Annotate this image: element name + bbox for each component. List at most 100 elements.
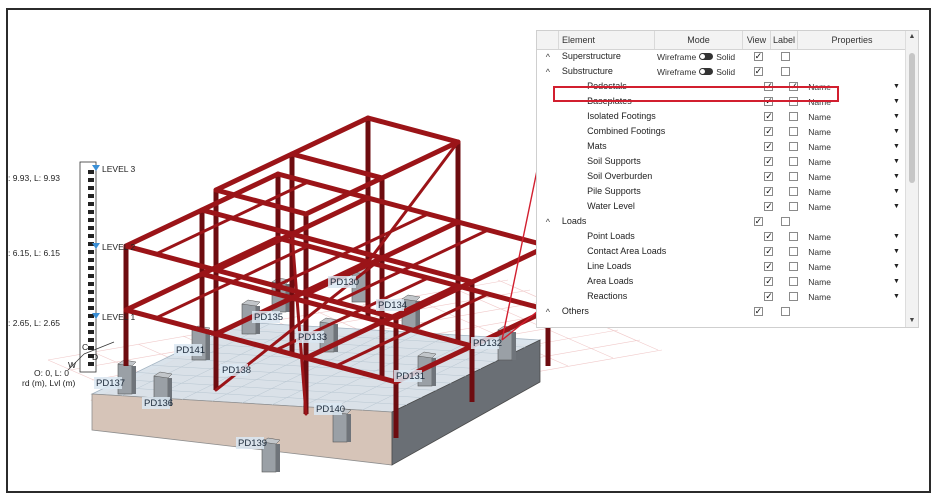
label-checkbox[interactable]	[789, 172, 799, 181]
header-mode[interactable]: Mode	[655, 31, 743, 49]
element-row[interactable]: Contact Area Loads ✓ Name ▼	[537, 244, 906, 259]
mode-toggle[interactable]: Wireframe Solid	[657, 64, 744, 79]
dropdown-caret-icon[interactable]: ▼	[893, 248, 900, 255]
dropdown-caret-icon[interactable]: ▼	[893, 188, 900, 195]
label-checkbox[interactable]	[789, 277, 799, 286]
mode-switch[interactable]	[699, 68, 714, 75]
element-row[interactable]: Water Level ✓ Name ▼	[537, 199, 906, 214]
view-checkbox[interactable]: ✓	[764, 187, 774, 196]
label-checkbox[interactable]	[780, 307, 790, 316]
view-checkbox[interactable]: ✓	[764, 202, 774, 211]
label-checkbox[interactable]	[780, 217, 790, 226]
label-checkbox[interactable]	[780, 67, 790, 76]
properties-dropdown[interactable]: Name ▼	[806, 199, 906, 214]
properties-dropdown[interactable]: Name ▼	[806, 124, 906, 139]
element-row[interactable]: ^ Others ✓	[537, 304, 906, 319]
label-checkbox[interactable]	[789, 262, 799, 271]
properties-dropdown[interactable]: Name ▼	[806, 154, 906, 169]
view-checkbox[interactable]: ✓	[753, 217, 763, 226]
element-row[interactable]: Mats ✓ Name ▼	[537, 139, 906, 154]
dropdown-caret-icon[interactable]: ▼	[893, 173, 900, 180]
view-checkbox[interactable]: ✓	[764, 172, 774, 181]
header-view[interactable]: View	[743, 31, 771, 49]
pedestal-label: PD130	[328, 276, 359, 288]
view-checkbox[interactable]: ✓	[753, 67, 763, 76]
element-row[interactable]: Area Loads ✓ Name ▼	[537, 274, 906, 289]
header-label[interactable]: Label	[771, 31, 798, 49]
view-checkbox[interactable]: ✓	[764, 292, 774, 301]
scroll-down-arrow-icon[interactable]: ▼	[906, 315, 918, 327]
dropdown-caret-icon[interactable]: ▼	[893, 203, 900, 210]
view-checkbox[interactable]: ✓	[764, 127, 774, 136]
view-checkbox[interactable]: ✓	[764, 232, 774, 241]
element-row[interactable]: Isolated Footings ✓ Name ▼	[537, 109, 906, 124]
label-checkbox[interactable]	[789, 127, 799, 136]
view-checkbox[interactable]: ✓	[764, 142, 774, 151]
label-checkbox[interactable]	[789, 202, 799, 211]
element-row[interactable]: ^ Substructure Wireframe Solid ✓	[537, 64, 906, 79]
dropdown-caret-icon[interactable]: ▼	[893, 278, 900, 285]
steel-beam[interactable]	[365, 115, 461, 145]
dropdown-caret-icon[interactable]: ▼	[893, 293, 900, 300]
dropdown-caret-icon[interactable]: ▼	[893, 143, 900, 150]
panel-scrollbar[interactable]: ▲ ▼	[905, 31, 918, 327]
property-value: Name	[808, 141, 831, 152]
view-checkbox[interactable]: ✓	[764, 277, 774, 286]
mode-switch[interactable]	[699, 53, 714, 60]
scroll-up-arrow-icon[interactable]: ▲	[906, 31, 918, 43]
properties-dropdown[interactable]: Name ▼	[806, 274, 906, 289]
dropdown-caret-icon[interactable]: ▼	[893, 113, 900, 120]
label-checkbox[interactable]	[789, 247, 799, 256]
properties-dropdown[interactable]: Name ▼	[806, 184, 906, 199]
label-checkbox[interactable]	[789, 187, 799, 196]
mode-toggle[interactable]: Wireframe Solid	[657, 49, 744, 64]
element-name: Water Level	[587, 201, 635, 211]
label-checkbox[interactable]	[789, 232, 799, 241]
collapse-chevron-icon[interactable]: ^	[537, 214, 559, 229]
element-row[interactable]: Soil Supports ✓ Name ▼	[537, 154, 906, 169]
dropdown-caret-icon[interactable]: ▼	[893, 233, 900, 240]
view-checkbox[interactable]: ✓	[753, 52, 763, 61]
properties-dropdown[interactable]: Name ▼	[806, 109, 906, 124]
property-value: Name	[808, 261, 831, 272]
element-row[interactable]: Reactions ✓ Name ▼	[537, 289, 906, 304]
properties-dropdown[interactable]: Name ▼	[806, 169, 906, 184]
collapse-chevron-icon[interactable]: ^	[537, 64, 559, 79]
dropdown-caret-icon[interactable]: ▼	[893, 98, 900, 105]
element-row[interactable]: Soil Overburden ✓ Name ▼	[537, 169, 906, 184]
label-checkbox[interactable]	[789, 292, 799, 301]
view-checkbox[interactable]: ✓	[764, 247, 774, 256]
properties-dropdown[interactable]: Name ▼	[806, 289, 906, 304]
pedestal-label-text: PD136	[144, 398, 173, 409]
row-spacer	[537, 244, 557, 259]
collapse-chevron-icon[interactable]: ^	[537, 49, 559, 64]
view-checkbox[interactable]: ✓	[764, 262, 774, 271]
dropdown-caret-icon[interactable]: ▼	[893, 83, 900, 90]
steel-beam[interactable]	[199, 207, 475, 285]
properties-dropdown[interactable]: Name ▼	[806, 229, 906, 244]
element-row[interactable]: ^ Superstructure Wireframe Solid ✓	[537, 49, 906, 64]
collapse-chevron-icon[interactable]: ^	[537, 304, 559, 319]
header-properties[interactable]: Properties	[798, 31, 906, 49]
properties-dropdown[interactable]: Name ▼	[806, 244, 906, 259]
mode-toggle	[675, 259, 756, 274]
element-row[interactable]: Point Loads ✓ Name ▼	[537, 229, 906, 244]
view-checkbox[interactable]: ✓	[753, 307, 763, 316]
element-row[interactable]: ^ Loads ✓	[537, 214, 906, 229]
dropdown-caret-icon[interactable]: ▼	[893, 263, 900, 270]
header-element[interactable]: Element	[559, 31, 655, 49]
element-row[interactable]: Line Loads ✓ Name ▼	[537, 259, 906, 274]
view-checkbox[interactable]: ✓	[764, 112, 774, 121]
dropdown-caret-icon[interactable]: ▼	[893, 158, 900, 165]
label-checkbox[interactable]	[780, 52, 790, 61]
view-checkbox[interactable]: ✓	[764, 157, 774, 166]
scroll-thumb[interactable]	[909, 53, 915, 183]
properties-dropdown[interactable]: Name ▼	[806, 139, 906, 154]
label-checkbox[interactable]	[789, 112, 799, 121]
element-row[interactable]: Pile Supports ✓ Name ▼	[537, 184, 906, 199]
dropdown-caret-icon[interactable]: ▼	[893, 128, 900, 135]
element-row[interactable]: Combined Footings ✓ Name ▼	[537, 124, 906, 139]
properties-dropdown[interactable]: Name ▼	[806, 259, 906, 274]
label-checkbox[interactable]	[789, 142, 799, 151]
label-checkbox[interactable]	[789, 157, 799, 166]
